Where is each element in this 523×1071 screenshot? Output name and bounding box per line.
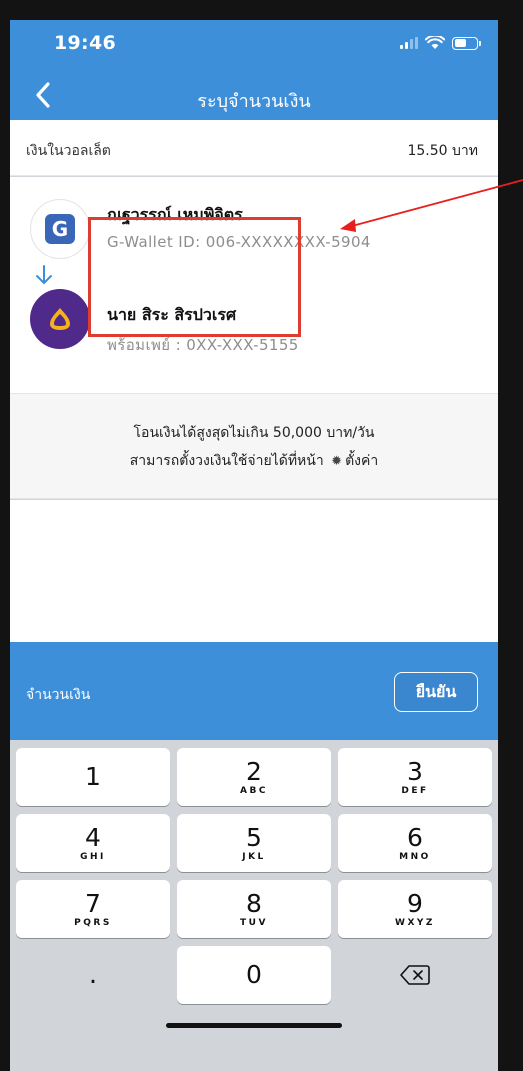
- key-letters: DEF: [401, 786, 429, 796]
- amount-bar: จำนวนเงิน ยืนยัน: [10, 642, 498, 740]
- wifi-icon: [425, 36, 445, 49]
- key-9[interactable]: 9 WXYZ: [338, 880, 492, 938]
- scb-leaf-icon: [50, 308, 70, 330]
- screenshot: 19:46 ระบุจำนวนเงิน เงินในวอลเล็ต 15.50 …: [0, 0, 523, 1071]
- settings-link-label: ตั้งค่า: [345, 453, 379, 469]
- key-1[interactable]: 1: [16, 748, 170, 806]
- backspace-icon: [400, 965, 430, 985]
- confirm-button[interactable]: ยืนยัน: [394, 672, 478, 712]
- status-time: 19:46: [54, 32, 116, 54]
- key-3[interactable]: 3 DEF: [338, 748, 492, 806]
- key-decimal[interactable]: .: [16, 946, 170, 1004]
- key-digit: 3: [407, 757, 423, 786]
- gear-icon: ✹: [331, 454, 343, 469]
- settings-link[interactable]: ✹ ตั้งค่า: [328, 453, 378, 469]
- phone-screen: 19:46 ระบุจำนวนเงิน เงินในวอลเล็ต 15.50 …: [10, 20, 498, 1071]
- wallet-balance-row: เงินในวอลเล็ต 15.50 บาท: [10, 120, 498, 176]
- empty-area: [10, 500, 498, 642]
- key-digit: 4: [85, 823, 101, 852]
- page-title: ระบุจำนวนเงิน: [197, 91, 311, 112]
- key-8[interactable]: 8 TUV: [177, 880, 331, 938]
- limit-settings-prefix: สามารถตั้งวงเงินใช้จ่ายได้ที่หน้า: [129, 453, 324, 469]
- header: 19:46 ระบุจำนวนเงิน: [10, 20, 498, 120]
- status-icons: [400, 36, 481, 50]
- key-letters: ABC: [240, 786, 268, 796]
- signal-icon: [400, 37, 418, 49]
- key-digit: 1: [85, 762, 101, 791]
- key-0[interactable]: 0: [177, 946, 331, 1004]
- numeric-keypad: 1 2 ABC 3 DEF 4 GHI 5 JKL 6 MNO 7 PQRS 8…: [10, 740, 498, 1071]
- key-digit: 5: [246, 823, 262, 852]
- wallet-balance-label: เงินในวอลเล็ต: [26, 143, 111, 159]
- g-wallet-logo-icon: G: [30, 199, 90, 259]
- scb-bank-logo-icon: [30, 289, 90, 349]
- key-letters: MNO: [399, 852, 431, 862]
- key-4[interactable]: 4 GHI: [16, 814, 170, 872]
- amount-input-label[interactable]: จำนวนเงิน: [26, 684, 90, 706]
- limit-text: โอนเงินได้สูงสุดไม่เกิน 50,000 บาท/วัน: [133, 425, 375, 441]
- limit-settings-text: สามารถตั้งวงเงินใช้จ่ายได้ที่หน้า ✹ ตั้งค…: [10, 450, 498, 472]
- key-2[interactable]: 2 ABC: [177, 748, 331, 806]
- key-letters: GHI: [80, 852, 106, 862]
- key-digit: 0: [246, 960, 262, 989]
- wallet-balance-value: 15.50 บาท: [407, 143, 478, 159]
- transfer-limit-info: โอนเงินได้สูงสุดไม่เกิน 50,000 บาท/วัน ส…: [10, 393, 498, 499]
- backspace-key[interactable]: [338, 946, 492, 1004]
- g-wallet-logo-letter: G: [45, 214, 75, 244]
- key-digit: 9: [407, 889, 423, 918]
- annotation-highlight-box: [88, 217, 301, 337]
- key-6[interactable]: 6 MNO: [338, 814, 492, 872]
- key-7[interactable]: 7 PQRS: [16, 880, 170, 938]
- arrow-down-icon: [36, 265, 52, 284]
- background-strip: [498, 20, 523, 1071]
- battery-icon: [452, 36, 481, 50]
- key-digit: 2: [246, 757, 262, 786]
- decimal-symbol: .: [88, 960, 98, 990]
- home-indicator: [166, 1023, 342, 1028]
- key-letters: TUV: [240, 918, 268, 928]
- key-letters: JKL: [242, 852, 266, 862]
- key-letters: PQRS: [74, 918, 112, 928]
- transfer-card: G ณฐวรรณ์ เหมพิจิตร G-Wallet ID: 006-XXX…: [10, 177, 498, 393]
- key-5[interactable]: 5 JKL: [177, 814, 331, 872]
- key-digit: 8: [246, 889, 262, 918]
- key-digit: 6: [407, 823, 423, 852]
- key-digit: 7: [85, 889, 101, 918]
- key-letters: WXYZ: [395, 918, 435, 928]
